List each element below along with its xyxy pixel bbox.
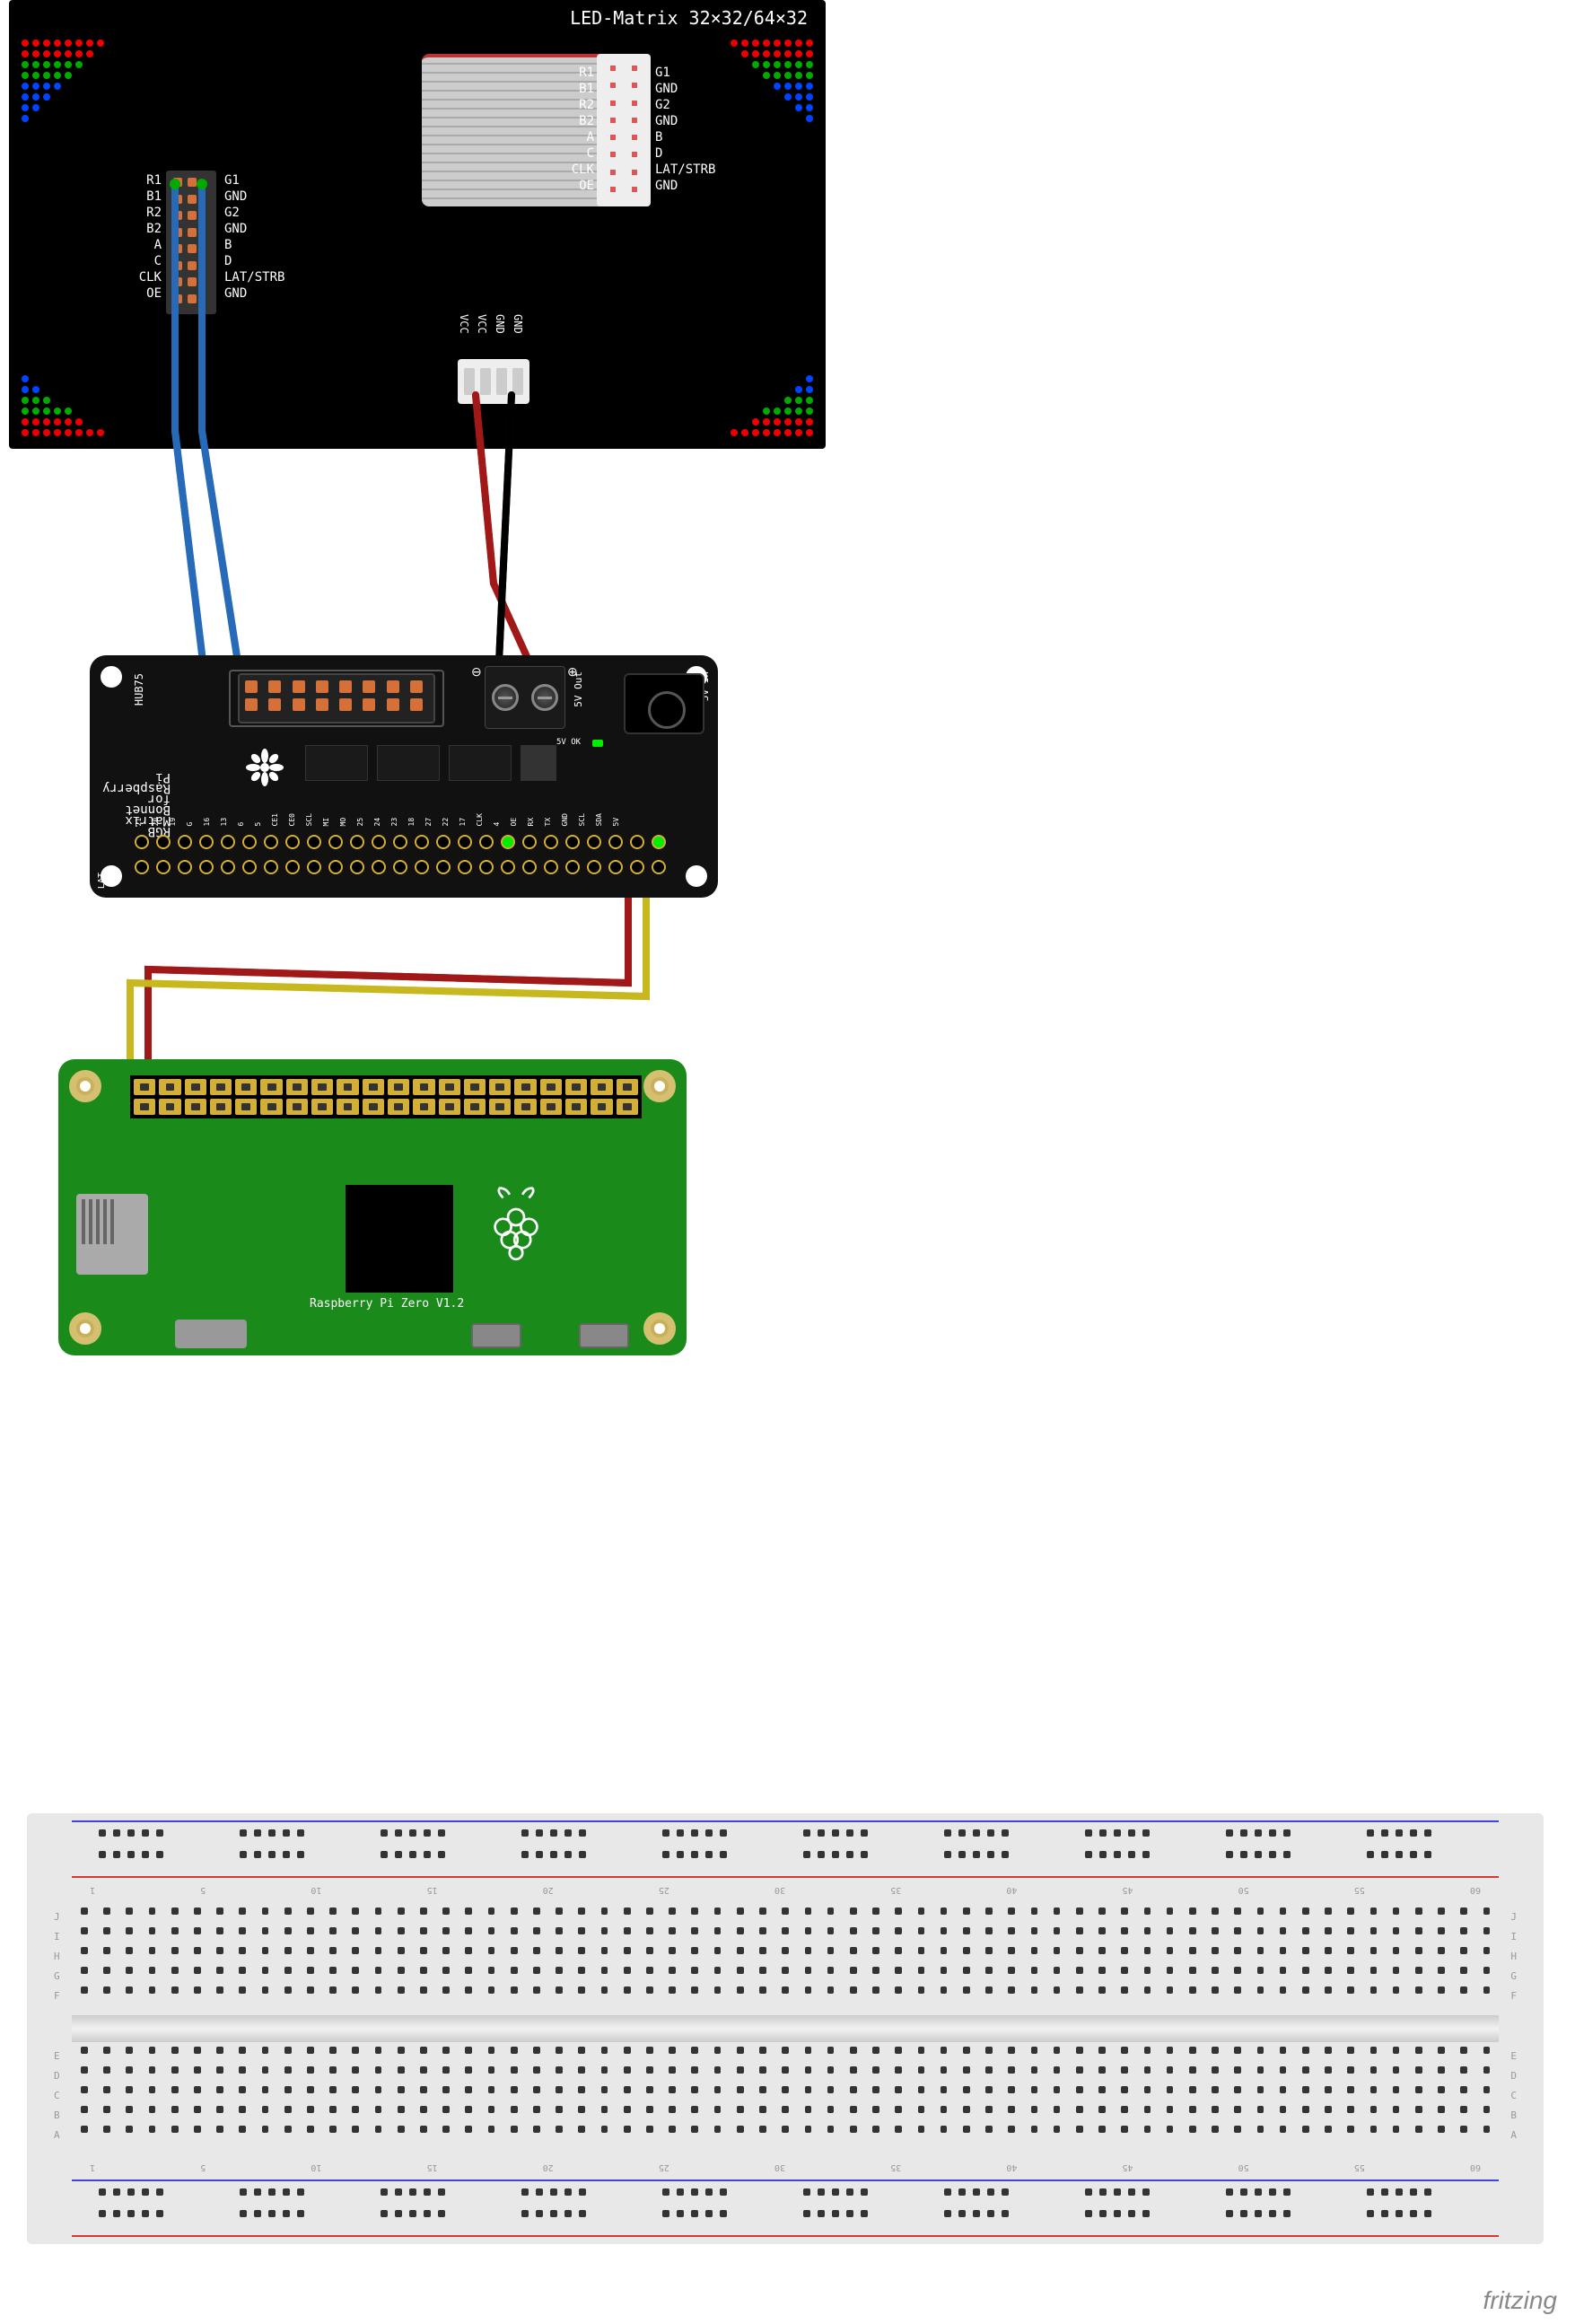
- rpi-usb-port-2[interactable]: [579, 1323, 629, 1348]
- terminal-screw-icon: [531, 684, 558, 711]
- bb-row-labels-right-bottom: EDCBA: [1510, 2047, 1517, 2145]
- rpi-label: Raspberry Pi Zero V1.2: [310, 1297, 464, 1311]
- right-conn-labels-right: G1GND G2GND BD LAT/STRBGND: [655, 65, 715, 194]
- led-output-connector[interactable]: [597, 54, 651, 206]
- breadboard[interactable]: 605550 454035 302520 15105 1 JIHGF EDCBA…: [27, 1813, 1544, 2244]
- led-input-connector[interactable]: [166, 171, 216, 314]
- led-matrix-panel: LED-Matrix 32×32/64×32 R1B1 R2B2 AC CLKO…: [9, 0, 826, 449]
- rpi-sd-slot[interactable]: [76, 1194, 148, 1275]
- wire-red-rpi: [148, 875, 628, 1077]
- terminal-screw-icon: [492, 684, 519, 711]
- rpi-gpio-header[interactable]: [130, 1075, 642, 1118]
- adafruit-logo-icon: [242, 745, 287, 790]
- bb-main-top[interactable]: [72, 1907, 1499, 2006]
- led-dots-bl: [18, 305, 153, 440]
- led-matrix-title: LED-Matrix 32×32/64×32: [570, 7, 808, 29]
- bonnet-hub75-label: HUB75: [133, 673, 145, 706]
- led-dots-tl: [18, 36, 153, 171]
- left-conn-labels-left: R1B1 R2B2 AC CLKOE: [99, 172, 162, 302]
- bonnet-name-label: RGB Matrix Bonnet for Raspberry Pi: [99, 772, 171, 837]
- fritzing-watermark: fritzing: [1483, 2286, 1557, 2315]
- bb-col-numbers-top: 605550 454035 302520 15105 1: [90, 1885, 1481, 1895]
- bonnet-gpio-row-2[interactable]: [135, 860, 666, 874]
- bb-col-numbers-bottom: 605550 454035 302520 15105 1: [90, 2162, 1481, 2172]
- rpi-hdmi-port[interactable]: [175, 1320, 247, 1348]
- bb-row-labels-left-bottom: EDCBA: [54, 2047, 60, 2145]
- right-conn-labels-left: R1B1 R2B2 AC CLKOE: [494, 65, 594, 194]
- raspberry-logo-icon: [480, 1185, 552, 1266]
- bonnet-gpio-labels: 21 20 19 G 16 13 6 5 CE1 CE0 SCL MI MO 2…: [135, 813, 620, 826]
- bonnet-5vok-label: 5V OK: [556, 738, 581, 747]
- rpi-usb-port-1[interactable]: [471, 1323, 521, 1348]
- rgb-matrix-bonnet: HUB75 RGB Matrix Bonnet for Raspberry Pi…: [90, 655, 718, 898]
- bonnet-barrel-jack[interactable]: [624, 673, 704, 734]
- led-dots-br: [682, 305, 817, 440]
- led-power-connector[interactable]: [458, 359, 529, 404]
- bonnet-lat-label: LAT: [97, 873, 107, 889]
- bb-row-labels-left-top: JIHGF: [54, 1907, 60, 2006]
- power-led-icon: [592, 740, 603, 747]
- left-conn-labels-right: G1GND G2GND BD LAT/STRBGND: [224, 172, 284, 302]
- raspberry-pi-zero: Raspberry Pi Zero V1.2: [58, 1059, 687, 1355]
- bb-center-channel: [72, 2015, 1499, 2042]
- power-labels: VCC VCC GND GND: [458, 314, 524, 334]
- bb-row-labels-right-top: JIHGF: [1510, 1907, 1517, 2006]
- bb-main-bottom[interactable]: [72, 2047, 1499, 2145]
- bonnet-gpio-row-1[interactable]: [135, 835, 666, 849]
- bonnet-terminal-block[interactable]: [485, 666, 565, 729]
- rpi-cpu-chip: [346, 1185, 453, 1293]
